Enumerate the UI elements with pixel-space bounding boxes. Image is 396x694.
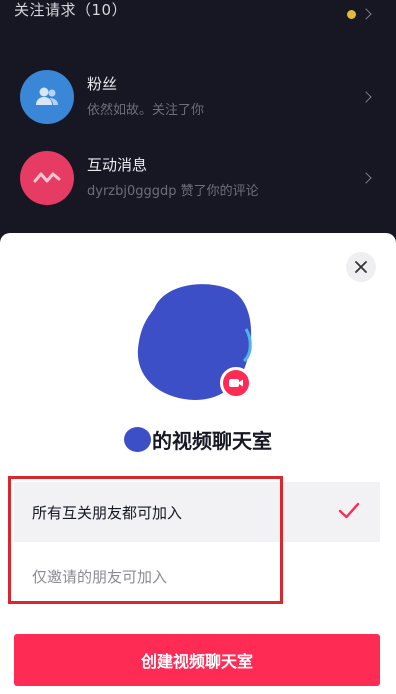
avatar [134,279,258,409]
list-item-fans[interactable]: 粉丝 依然如故。关注了你 [0,70,396,144]
list-item-subtitle: 依然如故。关注了你 [87,103,205,118]
create-video-chat-button[interactable]: 创建视频聊天室 [14,634,380,686]
follow-requests-row[interactable]: 关注请求（10） [0,0,396,24]
follow-requests-label: 关注请求（10） [14,1,128,19]
room-title: 的视频聊天室 [0,423,396,455]
option-invited-friends-only[interactable]: 仅邀请的朋友可加入 [14,546,380,606]
list-item-title: 互动消息 [87,156,148,174]
option-label: 所有互关朋友都可加入 [32,503,183,522]
users-icon [20,70,74,124]
chevron-right-icon [360,8,372,20]
list-item-title: 粉丝 [87,75,118,93]
close-button[interactable] [346,252,376,282]
unread-dot [347,10,356,19]
chevron-right-icon [360,172,372,184]
list-item-subtitle: dyrzbj0gggdp 赞了你的评论 [87,184,259,199]
close-icon [355,261,367,273]
redacted-name-blob [124,426,151,452]
chevron-right-icon [360,91,372,103]
room-title-text: 的视频聊天室 [152,428,272,453]
option-all-mutual-friends[interactable]: 所有互关朋友都可加入 [14,482,380,542]
list-item-interactions[interactable]: 互动消息 dyrzbj0gggdp 赞了你的评论 [0,151,396,225]
check-icon [338,502,360,519]
option-label: 仅邀请的朋友可加入 [32,567,168,586]
zigzag-icon [20,151,74,205]
video-chat-sheet: 的视频聊天室 所有互关朋友都可加入 仅邀请的朋友可加入 创建视频聊天室 [0,233,396,694]
video-camera-icon [220,367,252,399]
